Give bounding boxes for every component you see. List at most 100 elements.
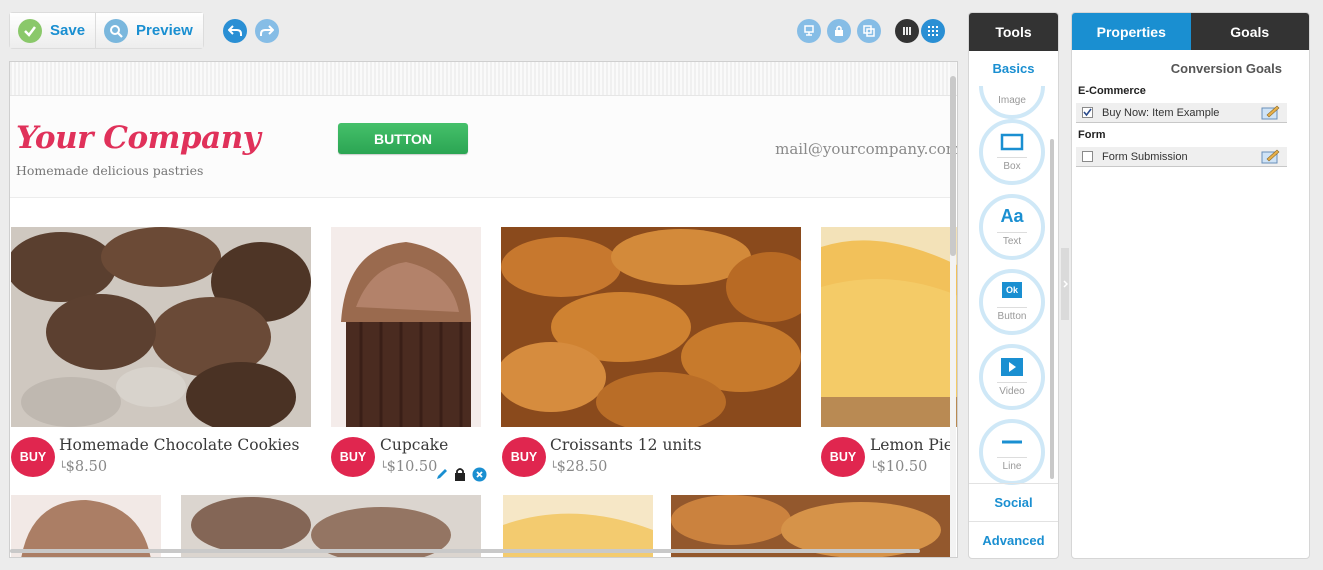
company-logo[interactable]: Your Company	[16, 120, 261, 156]
page-header-section[interactable]: Your Company Homemade delicious pastries…	[10, 96, 957, 198]
tool-label: Box	[1003, 161, 1021, 172]
close-icon	[472, 467, 486, 481]
goal-checkbox[interactable]	[1082, 151, 1093, 162]
editor-toolbar: Save Preview	[9, 12, 204, 49]
tool-label: Text	[1002, 236, 1022, 247]
product-price[interactable]: └$8.50	[59, 459, 107, 475]
contact-email[interactable]: mail@yourcompany.com	[775, 140, 957, 158]
grid-icon	[928, 26, 938, 36]
lock-element-button[interactable]	[452, 466, 468, 482]
scrollbar-thumb[interactable]	[950, 76, 956, 256]
button-icon: Ok	[1002, 282, 1022, 298]
header-cta-button[interactable]: BUTTON	[338, 123, 468, 154]
goal-label: Form Submission	[1102, 150, 1188, 163]
product-image-cupcake[interactable]	[331, 227, 481, 427]
tab-goals[interactable]: Goals	[1190, 13, 1309, 50]
tools-section-advanced[interactable]: Advanced	[969, 533, 1058, 548]
lock-icon	[835, 25, 843, 36]
tool-divider	[997, 232, 1027, 233]
product-price[interactable]: └$28.50	[550, 459, 607, 475]
product-price-value: $8.50	[65, 459, 108, 475]
buy-button[interactable]: BUY	[11, 437, 55, 477]
tool-divider	[997, 157, 1027, 158]
box-icon	[1000, 133, 1024, 151]
lock-layout-button[interactable]	[827, 19, 851, 43]
product-name[interactable]: Croissants 12 units	[550, 436, 702, 454]
magnifier-icon	[104, 18, 129, 43]
product-image-cookies[interactable]	[11, 227, 311, 427]
tool-divider	[997, 382, 1027, 383]
monitor-icon	[804, 25, 814, 36]
tool-divider	[997, 457, 1027, 458]
product-image-lemon-pie[interactable]	[821, 227, 957, 427]
tool-label: Image	[998, 95, 1026, 106]
tool-line[interactable]: Line	[979, 419, 1045, 485]
duplicate-button[interactable]	[857, 19, 881, 43]
tools-title: Tools	[969, 13, 1058, 51]
product-name[interactable]: Lemon Pie	[870, 436, 953, 454]
goal-group-form: Form	[1078, 129, 1106, 141]
checkmark-icon	[1083, 108, 1092, 117]
undo-button[interactable]	[223, 19, 247, 43]
panel-collapse-handle[interactable]	[1061, 248, 1069, 320]
product-price[interactable]: └$10.50	[380, 459, 437, 475]
canvas-vertical-scrollbar[interactable]	[950, 62, 956, 557]
buy-button[interactable]: BUY	[331, 437, 375, 477]
edit-element-button[interactable]	[434, 466, 450, 482]
save-button[interactable]: Save	[10, 13, 97, 48]
tools-section-basics-label[interactable]: Basics	[969, 61, 1058, 76]
tool-label: Line	[1002, 461, 1022, 472]
checkmark-icon	[18, 18, 42, 43]
redo-button[interactable]	[255, 19, 279, 43]
goal-label: Buy Now: Item Example	[1102, 106, 1220, 119]
product-price[interactable]: └$10.50	[870, 459, 927, 475]
product-price-value: $28.50	[556, 459, 608, 475]
copy-icon	[863, 25, 875, 37]
buy-button[interactable]: BUY	[502, 437, 546, 477]
pencil-icon	[437, 469, 447, 479]
tools-panel: Tools Basics Image Box Aa Text Ok Button…	[968, 12, 1059, 559]
product-price-value: $10.50	[876, 459, 928, 475]
grid-view-button[interactable]	[921, 19, 945, 43]
tool-label: Video	[999, 386, 1025, 397]
goal-checkbox[interactable]	[1082, 107, 1093, 118]
buy-button[interactable]: BUY	[821, 437, 865, 477]
tool-box[interactable]: Box	[979, 119, 1045, 185]
tools-divider	[969, 483, 1058, 484]
properties-tabs: Properties Goals	[1072, 13, 1309, 50]
tab-properties[interactable]: Properties	[1072, 13, 1191, 50]
properties-panel: Properties Goals Conversion Goals E-Comm…	[1071, 12, 1310, 559]
product-name[interactable]: Cupcake	[380, 436, 448, 454]
desktop-view-button[interactable]	[797, 19, 821, 43]
canvas-horizontal-scrollbar[interactable]	[10, 549, 920, 553]
edit-note-icon	[1261, 149, 1280, 164]
redo-icon	[260, 25, 274, 36]
tool-video[interactable]: Video	[979, 344, 1045, 410]
goal-row[interactable]: Buy Now: Item Example	[1076, 103, 1287, 123]
lock-icon	[455, 468, 465, 481]
edit-goal-button[interactable]	[1261, 105, 1281, 125]
product-name[interactable]: Homemade Chocolate Cookies	[59, 436, 299, 454]
edit-goal-button[interactable]	[1261, 149, 1281, 169]
columns-icon	[903, 27, 911, 35]
preview-button[interactable]: Preview	[96, 13, 203, 48]
tools-scrollbar[interactable]	[1050, 139, 1054, 479]
company-tagline[interactable]: Homemade delicious pastries	[16, 163, 203, 178]
tool-button[interactable]: Ok Button	[979, 269, 1045, 335]
columns-view-button[interactable]	[895, 19, 919, 43]
tool-label: Button	[997, 311, 1027, 322]
edit-note-icon	[1261, 105, 1280, 120]
product-image-croissants[interactable]	[501, 227, 801, 427]
goal-row[interactable]: Form Submission	[1076, 147, 1287, 167]
tools-divider	[969, 521, 1058, 522]
tools-section-social[interactable]: Social	[969, 495, 1058, 510]
remove-element-button[interactable]	[471, 466, 487, 482]
tool-text[interactable]: Aa Text	[979, 194, 1045, 260]
undo-icon	[228, 25, 242, 36]
editor-canvas[interactable]: Your Company Homemade delicious pastries…	[9, 61, 958, 558]
goal-group-ecommerce: E-Commerce	[1078, 85, 1146, 97]
product-price-value: $10.50	[386, 459, 438, 475]
video-icon	[1001, 358, 1023, 376]
text-icon: Aa	[1000, 206, 1024, 226]
save-label: Save	[50, 22, 86, 39]
